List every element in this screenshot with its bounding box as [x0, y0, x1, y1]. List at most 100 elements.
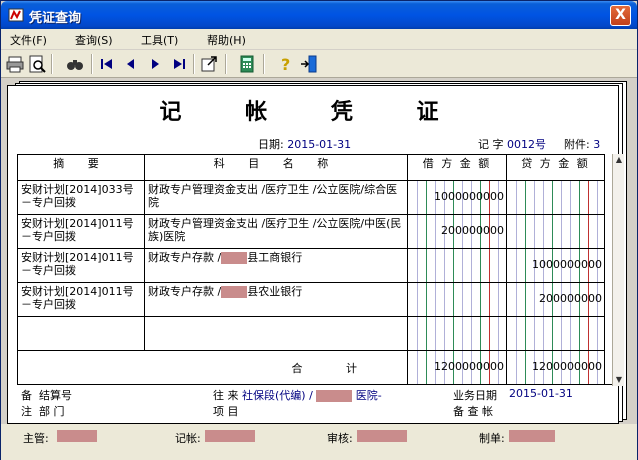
voucher-stack: 记 帐 凭 证 日期: 2015-01-31 记 字 0012号 附件: 3 摘…: [7, 81, 627, 424]
ledger-rule: [561, 215, 562, 248]
voucher-number: 记 字 0012号: [478, 136, 546, 152]
ledger-rule: [417, 181, 418, 214]
account-prefix: 财政专户存款 /: [148, 285, 222, 298]
dept-label: 部 门: [39, 405, 65, 418]
print-icon[interactable]: [5, 54, 25, 74]
ledger-rule: [597, 215, 598, 248]
ledger-rule: [516, 181, 517, 214]
ledger-rule: [516, 317, 517, 350]
attach-label: 附件:: [564, 138, 590, 151]
row-summary: 安财计划[2014]011号－专户回拨: [17, 214, 145, 249]
ledger-rule: [579, 317, 580, 350]
next-record-icon[interactable]: [145, 54, 165, 74]
help-icon[interactable]: ?: [275, 54, 295, 74]
header-summary: 摘 要: [17, 154, 145, 181]
account-suffix: 县农业银行: [247, 285, 303, 298]
first-record-icon[interactable]: [97, 54, 117, 74]
credit-value: 1000000000: [532, 258, 602, 271]
total-row: 合 计 1200000000 1200000000: [17, 350, 605, 385]
scroll-down-arrow[interactable]: ▼: [613, 374, 625, 386]
table-row[interactable]: 安财计划[2014]011号－专户回拨 财政专户管理资金支出 /医疗卫生 /公立…: [17, 214, 605, 249]
contact-label: 往 来: [213, 389, 239, 402]
table-header: 摘 要 科 目 名 称 借 方 金 额 贷 方 金 额: [17, 154, 605, 181]
voucher-date: 日期: 2015-01-31: [258, 136, 351, 152]
signature-bar: 主管: 记帐: 审核: 制单:: [1, 424, 637, 460]
scroll-up-arrow[interactable]: ▲: [613, 154, 625, 166]
date-label: 日期:: [258, 138, 284, 151]
ledger-rule: [525, 283, 526, 316]
row-credit: 200000000: [506, 282, 605, 317]
menu-bar: 文件(F) 查询(S) 工具(T) 帮助(H): [1, 29, 637, 49]
table-row[interactable]: 安财计划[2014]011号－专户回拨 财政专户存款 / 县农业银行 200000…: [17, 282, 605, 317]
last-record-icon[interactable]: [169, 54, 189, 74]
toolbar-separator: [51, 54, 53, 74]
ledger-rule: [471, 283, 472, 316]
toolbar-separator: [193, 54, 195, 74]
header-account: 科 目 名 称: [144, 154, 408, 181]
ledger-rule: [543, 215, 544, 248]
redacted-block: [316, 390, 353, 402]
find-icon[interactable]: [65, 54, 85, 74]
ledger-lines: [408, 317, 506, 350]
ledger-rule: [426, 317, 427, 350]
ledger-rule: [588, 215, 589, 248]
ledger-rule: [597, 181, 598, 214]
title-bar[interactable]: 凭证查询 X: [1, 1, 637, 29]
check-label: 备 查 帐: [453, 405, 493, 418]
ledger-rule: [435, 215, 436, 248]
voucher-sheet: 记 帐 凭 证 日期: 2015-01-31 记 字 0012号 附件: 3 摘…: [7, 85, 624, 424]
redacted-block: [357, 430, 407, 442]
ledger-rule: [471, 317, 472, 350]
vertical-scrollbar[interactable]: ▲ ▼: [612, 154, 624, 386]
total-credit-value: 1200000000: [532, 360, 602, 373]
ledger-rule: [561, 181, 562, 214]
ledger-lines: [408, 249, 506, 282]
supervisor-label: 主管:: [23, 432, 49, 445]
ledger-rule: [516, 249, 517, 282]
debit-value: 200000000: [441, 224, 504, 237]
ledger-rule: [435, 249, 436, 282]
row-debit: [407, 282, 507, 317]
ledger-rule: [498, 249, 499, 282]
ledger-rule: [498, 317, 499, 350]
header-debit: 借 方 金 额: [407, 154, 507, 181]
ledger-rule: [417, 283, 418, 316]
row-account: 财政专户管理资金支出 /医疗卫生 /公立医院/综合医院: [144, 180, 408, 215]
redacted-block: [205, 430, 255, 442]
ledger-rule: [552, 181, 553, 214]
row-credit: [506, 180, 605, 215]
row-summary: 安财计划[2014]011号－专户回拨: [17, 282, 145, 317]
ledger-rule: [444, 249, 445, 282]
calculator-icon[interactable]: [237, 54, 257, 74]
row-summary: [17, 316, 145, 351]
row-account: 财政专户管理资金支出 /医疗卫生 /公立医院/中医(民族)医院: [144, 214, 408, 249]
menu-file[interactable]: 文件(F): [10, 32, 47, 48]
ledger-lines: [507, 181, 604, 214]
ledger-rule: [525, 215, 526, 248]
ledger-rule: [435, 317, 436, 350]
export-icon[interactable]: [199, 54, 219, 74]
ledger-lines: [507, 215, 604, 248]
total-label: 合 计: [17, 350, 408, 385]
row-debit: 200000000: [407, 214, 507, 249]
toolbar: ?: [1, 50, 637, 78]
table-row[interactable]: [17, 316, 605, 351]
close-button[interactable]: X: [610, 5, 631, 26]
menu-query[interactable]: 查询(S): [75, 32, 113, 48]
menu-tools[interactable]: 工具(T): [141, 32, 178, 48]
ledger-rule: [462, 249, 463, 282]
ledger-rule: [525, 317, 526, 350]
preview-icon[interactable]: [27, 54, 47, 74]
word-label: 记 字: [478, 138, 504, 151]
toolbar-separator: [91, 54, 93, 74]
table-row[interactable]: 安财计划[2014]033号－专户回拨 财政专户管理资金支出 /医疗卫生 /公立…: [17, 180, 605, 215]
menu-help[interactable]: 帮助(H): [207, 32, 246, 48]
row-debit: [407, 316, 507, 351]
prev-record-icon[interactable]: [121, 54, 141, 74]
contact-value: 社保段(代编) /: [242, 389, 313, 402]
ledger-rule: [543, 181, 544, 214]
row-account: 财政专户存款 / 县工商银行: [144, 248, 408, 283]
exit-icon[interactable]: [299, 54, 319, 74]
table-row[interactable]: 安财计划[2014]011号－专户回拨 财政专户存款 / 县工商银行 100000…: [17, 248, 605, 283]
row-account: [144, 316, 408, 351]
